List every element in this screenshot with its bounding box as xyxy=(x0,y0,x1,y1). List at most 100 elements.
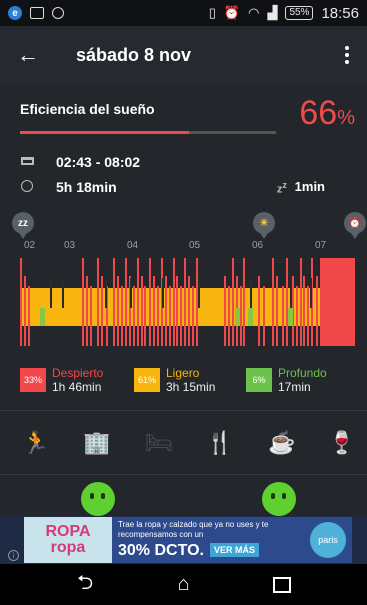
deep-sleep-segment xyxy=(40,308,45,326)
legend-awake-name: Despierto xyxy=(52,366,104,380)
battery-indicator: 55% xyxy=(285,6,314,20)
awake-segment xyxy=(86,276,88,346)
legend-deep-name: Profundo xyxy=(278,366,327,380)
legend-deep-duration: 17min xyxy=(278,380,311,394)
awake-segment xyxy=(307,286,309,346)
gap-segment xyxy=(50,278,52,308)
alarm-clock-icon[interactable]: ⏰ xyxy=(344,212,366,239)
ad-content[interactable]: ROPA ropa Trae la ropa y calzado que ya … xyxy=(24,517,352,563)
hypnogram-markers: zz ☀ ⏰ xyxy=(0,212,367,242)
sleep-detail-panel: Eficiencia del sueño 66% 02:43 - 08:02 5… xyxy=(0,84,367,516)
sleep-latency: 1min xyxy=(294,179,325,194)
deep-sleep-segment xyxy=(288,308,293,326)
coffee-icon[interactable]: ☕ xyxy=(262,423,302,463)
back-nav-icon[interactable]: ⮌ xyxy=(60,567,110,603)
ad-cta-button[interactable]: VER MÁS xyxy=(209,543,259,557)
home-nav-icon[interactable]: ⌂ xyxy=(158,567,208,603)
awake-segment xyxy=(97,258,99,346)
hypnogram-chart xyxy=(20,258,355,346)
awake-segment xyxy=(303,276,305,346)
awake-segment xyxy=(24,276,26,346)
buildings-icon[interactable]: 🏢 xyxy=(77,423,117,463)
sleep-window: 02:43 - 08:02 xyxy=(56,154,141,170)
vibrate-icon: ▯ xyxy=(208,5,216,20)
page-title: sábado 8 nov xyxy=(76,44,192,65)
ad-text: Trae la ropa y calzado que ya no uses y … xyxy=(112,520,304,560)
awake-segment xyxy=(133,286,135,346)
awake-segment xyxy=(282,286,284,346)
awake-segment xyxy=(173,258,175,346)
legend-light-name: Ligero xyxy=(166,366,200,380)
hour-label: 07 xyxy=(315,240,327,251)
awake-segment xyxy=(286,258,288,346)
sleep-latency-icon: zz xyxy=(276,180,287,196)
ad-info-icon[interactable]: i xyxy=(8,550,19,561)
awake-segment xyxy=(276,276,278,346)
awake-segment xyxy=(113,258,115,346)
efficiency-bar xyxy=(20,131,276,134)
awake-segment xyxy=(180,286,182,346)
awake-segment xyxy=(121,286,123,346)
efficiency-label: Eficiencia del sueño xyxy=(20,101,155,117)
app-bar: ← sábado 8 nov xyxy=(0,26,367,84)
ad-brand-logo: paris xyxy=(310,522,346,558)
ad-logo: ROPA ropa xyxy=(24,517,112,563)
hypnogram-hour-labels: 02 03 04 05 06 07 xyxy=(0,240,367,254)
ad-banner[interactable]: i ROPA ropa Trae la ropa y calzado que y… xyxy=(0,516,367,564)
gap-segment xyxy=(290,278,292,308)
efficiency-bar-fill xyxy=(20,131,189,134)
bed-icon xyxy=(20,156,34,168)
awake-segment xyxy=(272,258,274,346)
hour-label: 05 xyxy=(189,240,201,251)
ad-tagline: Trae la ropa y calzado que ya no uses y … xyxy=(118,520,269,539)
awake-segment xyxy=(117,276,119,346)
awake-segment xyxy=(157,286,159,346)
awake-segment xyxy=(82,258,84,346)
legend-deep-pct: 6% xyxy=(246,368,272,392)
back-button[interactable]: ← xyxy=(0,26,56,84)
legend-light-pct: 61% xyxy=(134,368,160,392)
gap-segment xyxy=(162,278,164,308)
status-clock: 18:56 xyxy=(321,4,359,22)
legend-awake-duration: 1h 46min xyxy=(52,380,102,394)
signal-icon: ▟ xyxy=(267,5,278,20)
recent-apps-icon[interactable] xyxy=(257,567,307,603)
wifi-icon: ◠ xyxy=(248,5,260,20)
awake-segment xyxy=(184,258,186,346)
ad-logo-bottom: ropa xyxy=(50,539,86,556)
wine-glass-icon[interactable]: 🍷 xyxy=(322,423,362,463)
awake-segment xyxy=(141,276,143,346)
overflow-menu-icon xyxy=(345,46,349,50)
awake-segment xyxy=(196,258,198,346)
alarm-icon: ⏰ xyxy=(223,5,241,20)
awake-segment xyxy=(165,276,167,346)
sleep-zz-icon[interactable]: zz xyxy=(12,212,34,239)
awake-segment xyxy=(20,258,22,346)
bed-icon[interactable]: 🛏 xyxy=(139,423,179,463)
circle-icon xyxy=(52,7,64,19)
smiley-face-icon[interactable] xyxy=(81,482,115,516)
system-nav-bar: ⮌ ⌂ xyxy=(0,564,367,605)
hour-label: 02 xyxy=(24,240,36,251)
awake-segment xyxy=(300,258,302,346)
gap-segment xyxy=(310,278,312,308)
awake-segment xyxy=(149,258,151,346)
awake-segment xyxy=(240,286,242,346)
fork-knife-icon[interactable]: 🍴 xyxy=(200,423,240,463)
awake-segment xyxy=(125,258,127,346)
hour-label: 06 xyxy=(252,240,264,251)
divider xyxy=(0,410,367,411)
awake-segment xyxy=(263,286,265,346)
image-icon xyxy=(30,7,44,19)
awake-segment xyxy=(90,286,92,346)
gap-segment xyxy=(130,278,132,308)
overflow-menu-button[interactable] xyxy=(327,26,367,84)
smiley-face-icon[interactable] xyxy=(262,482,296,516)
ad-logo-top: ROPA xyxy=(45,523,91,540)
gap-segment xyxy=(62,278,64,308)
hour-label: 03 xyxy=(64,240,76,251)
sleep-window-row: 02:43 - 08:02 xyxy=(20,154,140,170)
running-icon[interactable]: 🏃 xyxy=(16,423,56,463)
sun-icon[interactable]: ☀ xyxy=(253,212,275,239)
clock-icon xyxy=(20,179,34,195)
